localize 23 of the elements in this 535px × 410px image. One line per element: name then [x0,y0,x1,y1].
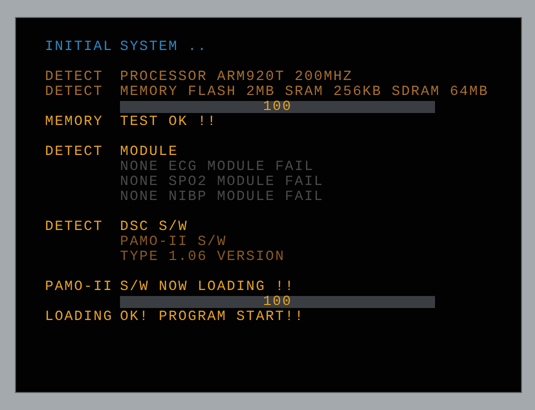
status-label: PAMO-II [45,280,114,295]
status-label: DETECT [45,70,104,85]
status-message: TYPE 1.06 VERSION [120,250,285,265]
status-message: PAMO-II S/W [120,235,227,250]
status-message: NONE SPO2 MODULE FAIL [120,175,324,190]
status-message: SYSTEM .. [120,40,208,55]
status-label: DETECT [45,85,104,100]
status-message: MODULE [120,145,178,160]
status-message: NONE ECG MODULE FAIL [120,160,314,175]
status-label: DETECT [45,145,104,160]
status-message: S/W NOW LOADING !! [120,280,295,295]
status-message: OK! PROGRAM START!! [120,310,304,325]
status-label: LOADING [45,310,114,325]
status-label: INITIAL [45,40,114,55]
progress-reading: 100 [262,296,294,308]
status-message: MEMORY FLASH 2MB SRAM 256KB SDRAM 64MB [120,85,489,100]
status-message: NONE NIBP MODULE FAIL [120,190,324,205]
status-message: PROCESSOR ARM920T 200MHZ [120,70,353,85]
status-label: MEMORY [45,115,104,130]
progress-reading: 100 [262,101,294,113]
status-message: TEST OK !! [120,115,218,130]
status-message: DSC S/W [120,220,188,235]
status-label: DETECT [45,220,104,235]
